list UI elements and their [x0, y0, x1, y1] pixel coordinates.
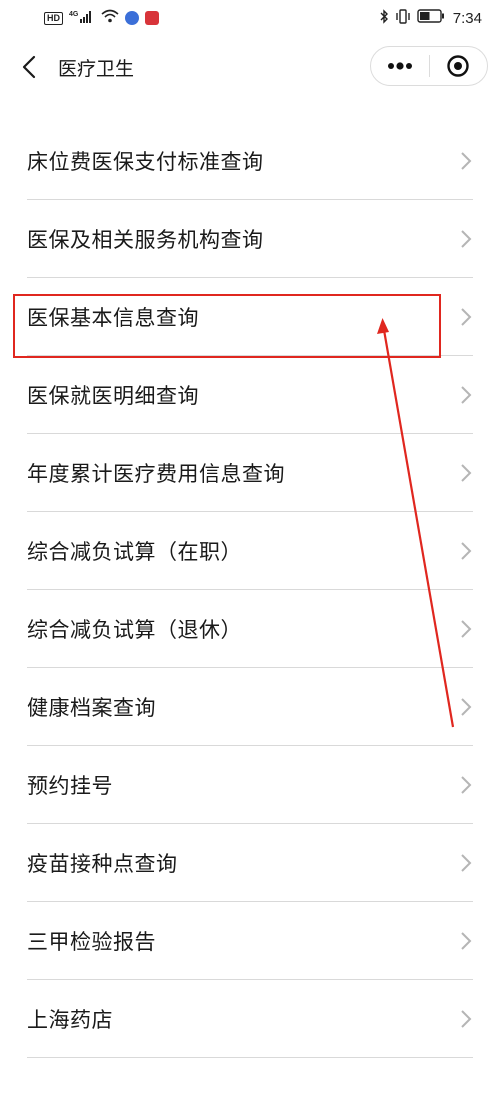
menu-item-label: 三甲检验报告	[27, 930, 156, 954]
menu-item-label: 预约挂号	[27, 774, 113, 798]
close-miniprogram-button[interactable]	[430, 47, 488, 85]
menu-item-health-records[interactable]: 健康档案查询	[0, 668, 500, 746]
signal-icon: 4G	[69, 9, 95, 27]
chevron-right-icon	[461, 932, 472, 950]
back-button[interactable]	[4, 42, 54, 92]
battery-icon	[417, 9, 445, 27]
status-bar: HD 4G 7:34	[0, 0, 500, 36]
more-button[interactable]	[371, 47, 429, 85]
more-dots-icon	[387, 62, 412, 70]
menu-item-appointment[interactable]: 预约挂号	[0, 746, 500, 824]
menu-item-service-institutions[interactable]: 医保及相关服务机构查询	[0, 200, 500, 278]
menu-item-label: 年度累计医疗费用信息查询	[27, 462, 285, 486]
chevron-right-icon	[461, 152, 472, 170]
wifi-icon	[101, 9, 119, 27]
status-time: 7:34	[452, 9, 482, 27]
nav-bar: 医疗卫生	[0, 42, 500, 92]
chevron-right-icon	[461, 854, 472, 872]
chevron-right-icon	[461, 542, 472, 560]
menu-item-bed-fee-standard[interactable]: 床位费医保支付标准查询	[0, 122, 500, 200]
menu-item-label: 综合减负试算（在职）	[27, 540, 242, 564]
menu-item-label: 上海药店	[27, 1008, 113, 1032]
menu-item-label: 综合减负试算（退休）	[27, 618, 242, 642]
svg-text:4G: 4G	[69, 11, 79, 18]
service-menu: 床位费医保支付标准查询 医保及相关服务机构查询 医保基本信息查询 医保就医明细查…	[0, 122, 500, 1058]
chevron-right-icon	[461, 308, 472, 326]
chevron-right-icon	[461, 698, 472, 716]
chevron-right-icon	[461, 386, 472, 404]
menu-item-vaccination-sites[interactable]: 疫苗接种点查询	[0, 824, 500, 902]
menu-item-burden-calc-retired[interactable]: 综合减负试算（退休）	[0, 590, 500, 668]
menu-item-label: 疫苗接种点查询	[27, 852, 178, 876]
chevron-right-icon	[461, 1010, 472, 1028]
menu-item-burden-calc-employed[interactable]: 综合减负试算（在职）	[0, 512, 500, 590]
menu-item-medical-details[interactable]: 医保就医明细查询	[0, 356, 500, 434]
hd-badge: HD	[44, 11, 63, 25]
chevron-right-icon	[461, 620, 472, 638]
miniprogram-capsule	[370, 46, 488, 86]
menu-item-basic-info[interactable]: 医保基本信息查询	[0, 278, 500, 356]
menu-item-label: 床位费医保支付标准查询	[27, 150, 264, 174]
chevron-right-icon	[461, 776, 472, 794]
menu-item-label: 医保及相关服务机构查询	[27, 228, 264, 252]
menu-item-label: 健康档案查询	[27, 696, 156, 720]
menu-item-annual-expenses[interactable]: 年度累计医疗费用信息查询	[0, 434, 500, 512]
status-right: 7:34	[379, 8, 482, 28]
menu-item-label: 医保就医明细查询	[27, 384, 199, 408]
vibrate-icon	[395, 8, 411, 28]
status-left: HD 4G	[44, 9, 159, 27]
bluetooth-icon	[379, 8, 389, 28]
music-app-icon	[125, 11, 139, 25]
book-app-icon	[145, 11, 159, 25]
menu-item-lab-reports[interactable]: 三甲检验报告	[0, 902, 500, 980]
chevron-right-icon	[461, 230, 472, 248]
menu-item-label: 医保基本信息查询	[27, 306, 199, 330]
page-title: 医疗卫生	[58, 57, 135, 80]
chevron-right-icon	[461, 464, 472, 482]
target-close-icon	[447, 55, 469, 77]
chevron-left-icon	[22, 55, 36, 79]
menu-item-pharmacies[interactable]: 上海药店	[0, 980, 500, 1058]
